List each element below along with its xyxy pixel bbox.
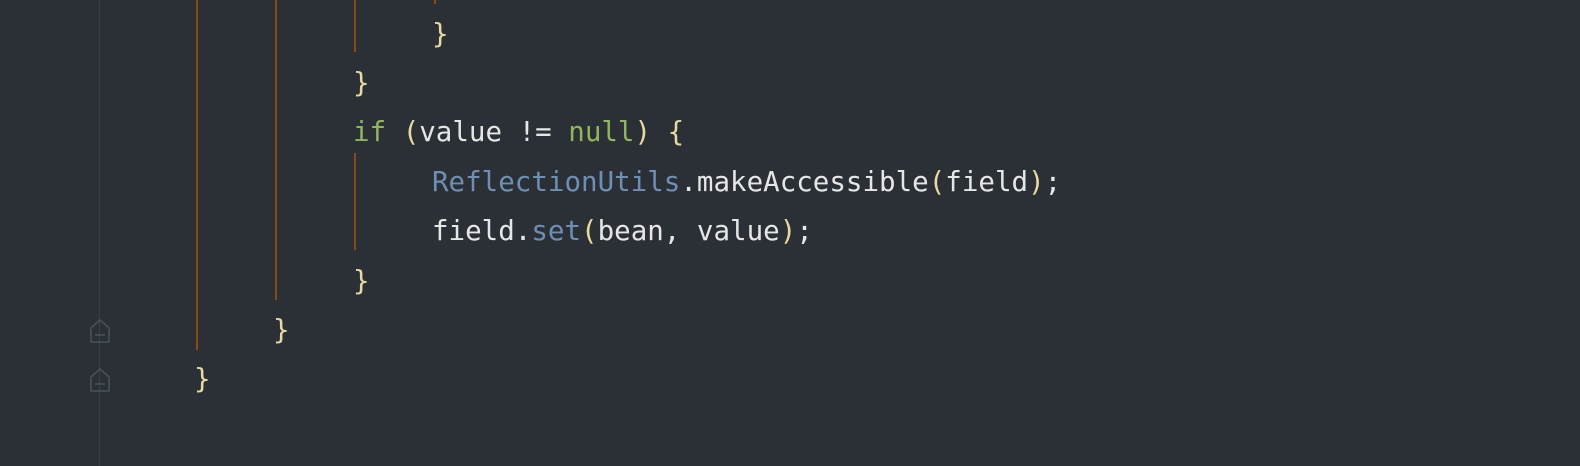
indent-guide: [275, 0, 277, 300]
token-punct: ;: [796, 215, 813, 247]
fold-end-icon[interactable]: [89, 367, 111, 393]
token-kw: null: [568, 116, 635, 148]
token-brace: }: [353, 67, 370, 99]
indent-guide: [354, 0, 356, 52]
code-editor[interactable]: }} if (value != null) {ReflectionUtils.ma…: [0, 0, 1580, 466]
token-paren: (: [928, 166, 946, 198]
token-cls: ReflectionUtils: [432, 166, 681, 198]
token-paren: (: [581, 215, 598, 247]
token-ident: field: [945, 166, 1029, 198]
token-method: set: [531, 215, 582, 247]
token-ident: field.: [432, 215, 532, 247]
token-paren: ): [779, 215, 797, 247]
code-line-close-brace-5[interactable]: }: [194, 354, 211, 404]
token-ident: value !=: [419, 116, 569, 148]
token-brace: }: [432, 18, 449, 50]
token-kw: if: [353, 116, 387, 148]
token-paren: ): [634, 116, 652, 148]
token-brace: }: [353, 265, 370, 297]
token-ident: .makeAccessible: [680, 166, 929, 198]
token-brace: }: [194, 363, 211, 395]
token-punct: [386, 116, 403, 148]
token-punct: ;: [1044, 166, 1062, 198]
indent-guide: [196, 0, 198, 350]
token-punct: [651, 116, 668, 148]
code-line-close-brace-3[interactable]: }: [353, 256, 370, 306]
code-line-close-brace-1[interactable]: }: [432, 9, 449, 59]
token-brace: {: [667, 116, 685, 148]
indent-guide: [354, 153, 356, 250]
code-line-make-accessible[interactable]: ReflectionUtils.makeAccessible(field);: [432, 157, 1061, 207]
code-line-close-brace-4[interactable]: }: [273, 305, 290, 355]
code-line-close-brace-2[interactable]: }: [353, 58, 370, 108]
fold-end-icon[interactable]: [89, 318, 111, 344]
token-brace: }: [273, 314, 290, 346]
gutter-fold-line: [99, 0, 100, 466]
code-line-if[interactable]: if (value != null) {: [353, 107, 684, 157]
indent-guide: [434, 0, 436, 4]
token-paren: (: [402, 116, 420, 148]
token-paren: ): [1028, 166, 1045, 198]
token-ident: bean, value: [597, 215, 780, 247]
code-line-field-set[interactable]: field.set(bean, value);: [432, 206, 813, 256]
